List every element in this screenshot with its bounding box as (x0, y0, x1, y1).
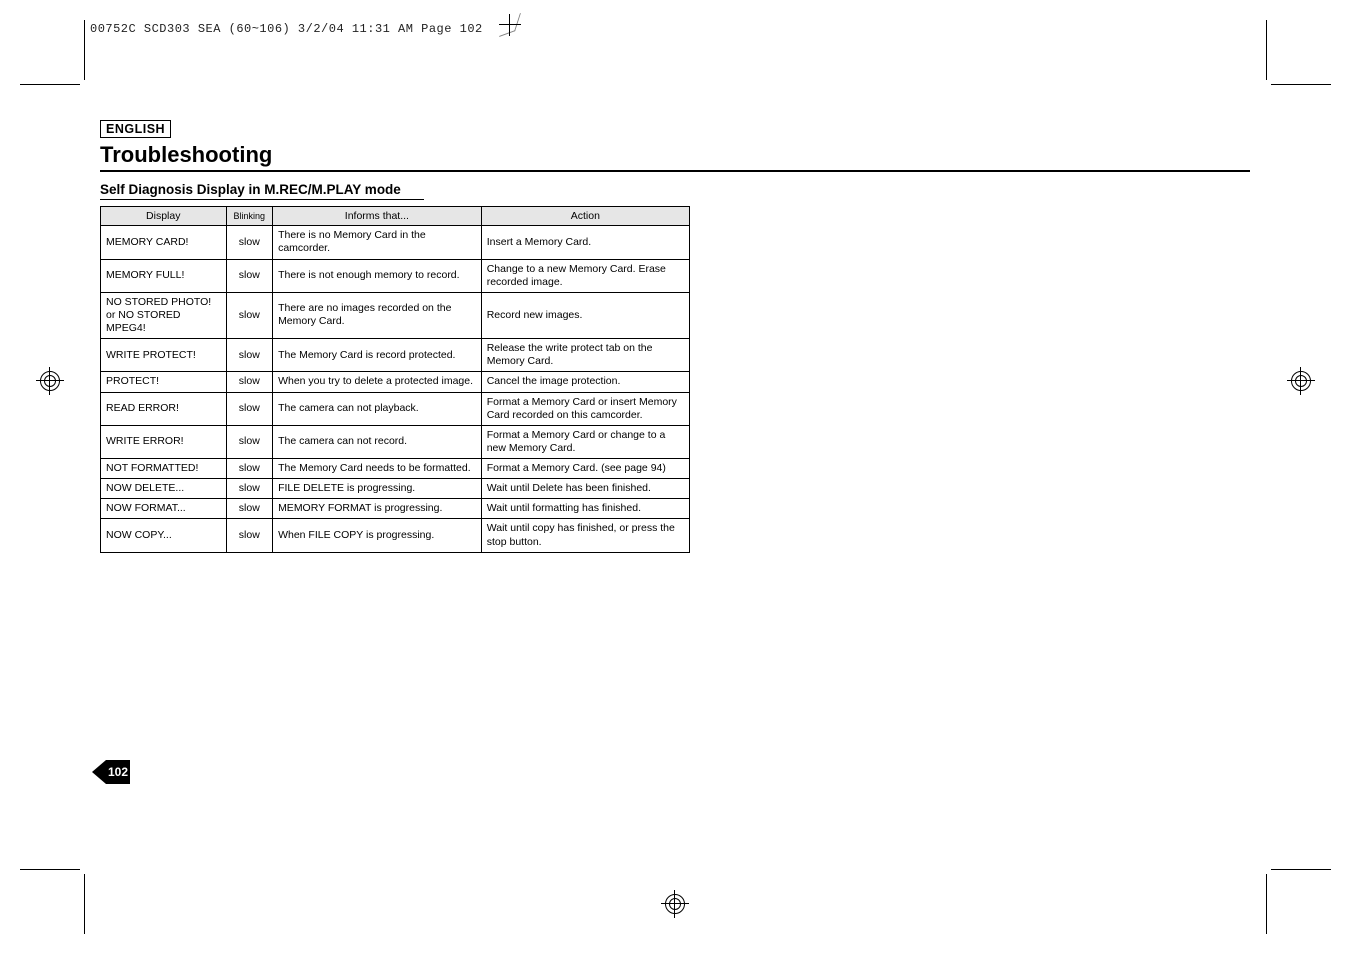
table-row: NOT FORMATTED! slow The Memory Card need… (101, 459, 690, 479)
crop-mark (1266, 20, 1267, 80)
table-header-row: Display Blinking Informs that... Action (101, 207, 690, 226)
cell-action: Insert a Memory Card. (481, 226, 689, 259)
diagnosis-table: Display Blinking Informs that... Action … (100, 206, 690, 552)
cell-blinking: slow (226, 259, 273, 292)
crop-mark (20, 869, 80, 870)
section-title: Troubleshooting (100, 142, 1250, 168)
cell-blinking: slow (226, 292, 273, 338)
table-row: PROTECT! slow When you try to delete a p… (101, 372, 690, 392)
registration-mark-left (36, 367, 64, 395)
page-badge-triangle-icon (92, 760, 106, 784)
cell-blinking: slow (226, 425, 273, 458)
subheading-rule (100, 199, 424, 200)
cell-display: WRITE PROTECT! (101, 339, 227, 372)
cell-action: Wait until formatting has finished. (481, 499, 689, 519)
table-row: MEMORY FULL! slow There is not enough me… (101, 259, 690, 292)
language-box: ENGLISH (100, 120, 1250, 138)
cell-blinking: slow (226, 339, 273, 372)
crop-mark (1271, 84, 1331, 85)
table-row: WRITE PROTECT! slow The Memory Card is r… (101, 339, 690, 372)
cell-display: PROTECT! (101, 372, 227, 392)
registration-mark-right (1287, 367, 1315, 395)
cell-informs: FILE DELETE is progressing. (273, 479, 482, 499)
crop-mark (20, 84, 80, 85)
cell-action: Wait until copy has finished, or press t… (481, 519, 689, 552)
cell-informs: There is not enough memory to record. (273, 259, 482, 292)
cell-informs: The camera can not playback. (273, 392, 482, 425)
cell-blinking: slow (226, 499, 273, 519)
cell-display: NOW COPY... (101, 519, 227, 552)
table-row: NO STORED PHOTO! or NO STORED MPEG4! slo… (101, 292, 690, 338)
page-fold-icon (499, 14, 521, 36)
page-number-text: 102 (106, 760, 130, 784)
cell-action: Release the write protect tab on the Mem… (481, 339, 689, 372)
table-row: NOW COPY... slow When FILE COPY is progr… (101, 519, 690, 552)
col-header-informs: Informs that... (273, 207, 482, 226)
crop-mark (84, 874, 85, 934)
cell-informs: There is no Memory Card in the camcorder… (273, 226, 482, 259)
registration-mark-bottom (661, 890, 689, 918)
cell-informs: MEMORY FORMAT is progressing. (273, 499, 482, 519)
title-rule (100, 170, 1250, 172)
table-row: WRITE ERROR! slow The camera can not rec… (101, 425, 690, 458)
cell-informs: When FILE COPY is progressing. (273, 519, 482, 552)
cell-action: Wait until Delete has been finished. (481, 479, 689, 499)
table-row: NOW DELETE... slow FILE DELETE is progre… (101, 479, 690, 499)
cell-action: Format a Memory Card. (see page 94) (481, 459, 689, 479)
print-slug: 00752C SCD303 SEA (60~106) 3/2/04 11:31 … (90, 22, 483, 36)
cell-blinking: slow (226, 226, 273, 259)
cell-display: WRITE ERROR! (101, 425, 227, 458)
page-number-badge: 102 (92, 760, 132, 784)
cell-informs: The Memory Card needs to be formatted. (273, 459, 482, 479)
cell-display: NOT FORMATTED! (101, 459, 227, 479)
cell-informs: The camera can not record. (273, 425, 482, 458)
cell-display: NO STORED PHOTO! or NO STORED MPEG4! (101, 292, 227, 338)
table-row: READ ERROR! slow The camera can not play… (101, 392, 690, 425)
cell-informs: The Memory Card is record protected. (273, 339, 482, 372)
cell-informs: There are no images recorded on the Memo… (273, 292, 482, 338)
cell-display: NOW FORMAT... (101, 499, 227, 519)
page-content: ENGLISH Troubleshooting Self Diagnosis D… (100, 120, 1250, 553)
cell-blinking: slow (226, 519, 273, 552)
crop-mark (1271, 869, 1331, 870)
cell-action: Record new images. (481, 292, 689, 338)
table-row: MEMORY CARD! slow There is no Memory Car… (101, 226, 690, 259)
cell-display: READ ERROR! (101, 392, 227, 425)
crop-mark (1266, 874, 1267, 934)
col-header-action: Action (481, 207, 689, 226)
table-row: NOW FORMAT... slow MEMORY FORMAT is prog… (101, 499, 690, 519)
cell-display: MEMORY FULL! (101, 259, 227, 292)
cell-blinking: slow (226, 392, 273, 425)
cell-action: Format a Memory Card or change to a new … (481, 425, 689, 458)
cell-action: Format a Memory Card or insert Memory Ca… (481, 392, 689, 425)
cell-blinking: slow (226, 372, 273, 392)
col-header-display: Display (101, 207, 227, 226)
crop-mark (84, 20, 85, 80)
language-label: ENGLISH (100, 120, 171, 138)
cell-action: Cancel the image protection. (481, 372, 689, 392)
cell-display: MEMORY CARD! (101, 226, 227, 259)
col-header-blinking: Blinking (226, 207, 273, 226)
cell-blinking: slow (226, 479, 273, 499)
cell-blinking: slow (226, 459, 273, 479)
cell-display: NOW DELETE... (101, 479, 227, 499)
cell-informs: When you try to delete a protected image… (273, 372, 482, 392)
subheading: Self Diagnosis Display in M.REC/M.PLAY m… (100, 182, 1250, 197)
cell-action: Change to a new Memory Card. Erase recor… (481, 259, 689, 292)
